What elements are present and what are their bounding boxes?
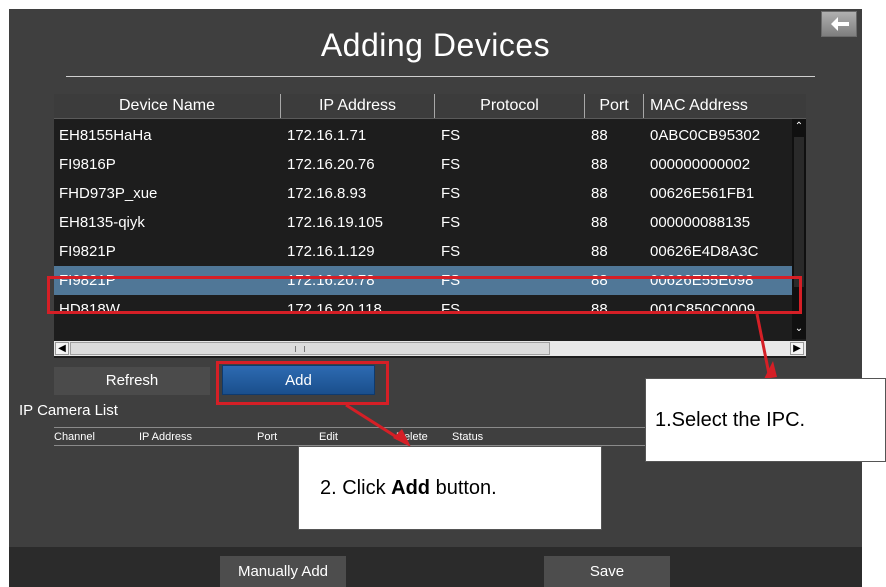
callout-step2-bold: Add [391,477,431,499]
callout-select-ipc-text: 1.Select the IPC. [655,409,806,431]
callout-click-add-text: 2. Click Add button. [320,477,497,500]
callout-click-add: 2. Click Add button. [298,446,602,530]
callout-select-ipc: 1.Select the IPC. [645,378,886,462]
callout-step2-suffix: button. [430,477,497,499]
callout-step2-prefix: 2. Click [320,477,392,499]
arrow-head-2 [393,429,411,447]
arrow-line-1 [755,313,771,375]
